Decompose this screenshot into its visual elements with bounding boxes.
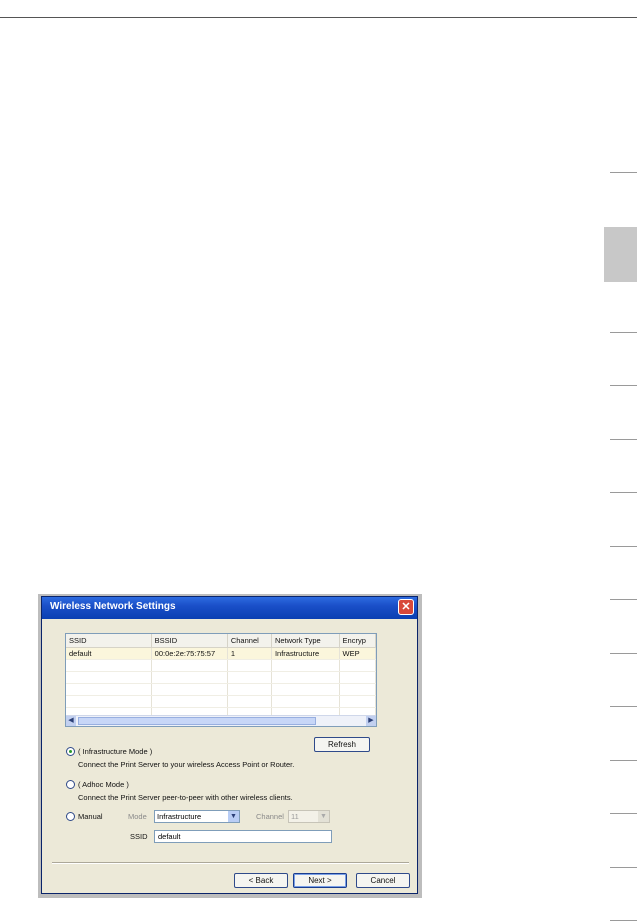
cancel-button[interactable]: Cancel (356, 873, 410, 888)
section-tab-rule (610, 920, 637, 921)
section-tab-rule (610, 867, 637, 868)
infrastructure-mode-radio[interactable] (66, 747, 75, 756)
section-tab-rule (610, 813, 637, 814)
back-button[interactable]: < Back (234, 873, 288, 888)
scroll-left-icon[interactable]: ◀ (66, 716, 76, 726)
adhoc-mode-label[interactable]: ( Adhoc Mode ) (78, 780, 129, 789)
column-header-ssid[interactable]: SSID (66, 634, 152, 648)
network-table: SSID BSSID Channel Network Type Encryp d… (66, 634, 376, 720)
dialog-titlebar[interactable]: Wireless Network Settings ✕ (42, 597, 417, 619)
section-tab-rule (610, 653, 637, 654)
adhoc-mode-radio[interactable] (66, 780, 75, 789)
ssid-label: SSID (130, 832, 148, 841)
cell-network-type: Infrastructure (271, 647, 340, 660)
manual-mode-radio[interactable] (66, 812, 75, 821)
ssid-input-value: default (158, 832, 181, 841)
table-row-empty (66, 659, 376, 672)
section-tab-rule (610, 332, 637, 333)
section-tab-rule (610, 172, 637, 173)
column-header-bssid[interactable]: BSSID (151, 634, 228, 648)
channel-select-value: 11 (291, 812, 299, 821)
dialog-divider (52, 862, 409, 864)
section-tab-rule (610, 706, 637, 707)
mode-label: Mode (128, 812, 147, 821)
next-button[interactable]: Next > (293, 873, 347, 888)
ssid-input[interactable]: default (154, 830, 332, 843)
mode-select-value: Infrastructure (157, 812, 202, 821)
column-header-encryption[interactable]: Encryp (339, 634, 376, 648)
column-header-channel[interactable]: Channel (227, 634, 272, 648)
channel-label: Channel (256, 812, 284, 821)
network-list[interactable]: SSID BSSID Channel Network Type Encryp d… (65, 633, 377, 727)
section-tab-rule (610, 599, 637, 600)
table-row-empty (66, 683, 376, 696)
chevron-down-icon[interactable]: ▼ (318, 811, 329, 822)
section-tab-rule (610, 439, 637, 440)
wireless-settings-dialog: Wireless Network Settings ✕ SSID BSSID C… (41, 596, 418, 894)
chevron-down-icon[interactable]: ▼ (228, 811, 239, 822)
adhoc-mode-description: Connect the Print Server peer-to-peer wi… (78, 793, 293, 802)
section-tab-rule (610, 760, 637, 761)
table-row-empty (66, 671, 376, 684)
channel-select[interactable]: 11 ▼ (288, 810, 330, 823)
manual-mode-label[interactable]: Manual (78, 812, 103, 821)
cell-ssid: default (66, 647, 152, 660)
horizontal-scrollbar[interactable]: ◀ ▶ (66, 715, 376, 726)
mode-select[interactable]: Infrastructure ▼ (154, 810, 240, 823)
dialog-title: Wireless Network Settings (50, 601, 176, 612)
column-header-network-type[interactable]: Network Type (271, 634, 340, 648)
cell-channel: 1 (227, 647, 272, 660)
table-row[interactable]: default 00:0e:2e:75:75:57 1 Infrastructu… (66, 647, 376, 660)
refresh-button[interactable]: Refresh (314, 737, 370, 752)
section-tab-rule (610, 492, 637, 493)
close-icon[interactable]: ✕ (398, 599, 414, 615)
cell-bssid: 00:0e:2e:75:75:57 (151, 647, 228, 660)
cell-encryption: WEP (339, 647, 376, 660)
section-tab-active (604, 227, 637, 282)
infrastructure-mode-label[interactable]: ( Infrastructure Mode ) (78, 747, 152, 756)
page-top-rule (0, 17, 637, 18)
infrastructure-mode-description: Connect the Print Server to your wireles… (78, 760, 295, 769)
scrollbar-thumb[interactable] (78, 717, 316, 725)
network-table-header: SSID BSSID Channel Network Type Encryp (66, 634, 376, 648)
section-tab-rule (610, 385, 637, 386)
table-row-empty (66, 695, 376, 708)
scroll-right-icon[interactable]: ▶ (366, 716, 376, 726)
section-tab-rule (610, 546, 637, 547)
